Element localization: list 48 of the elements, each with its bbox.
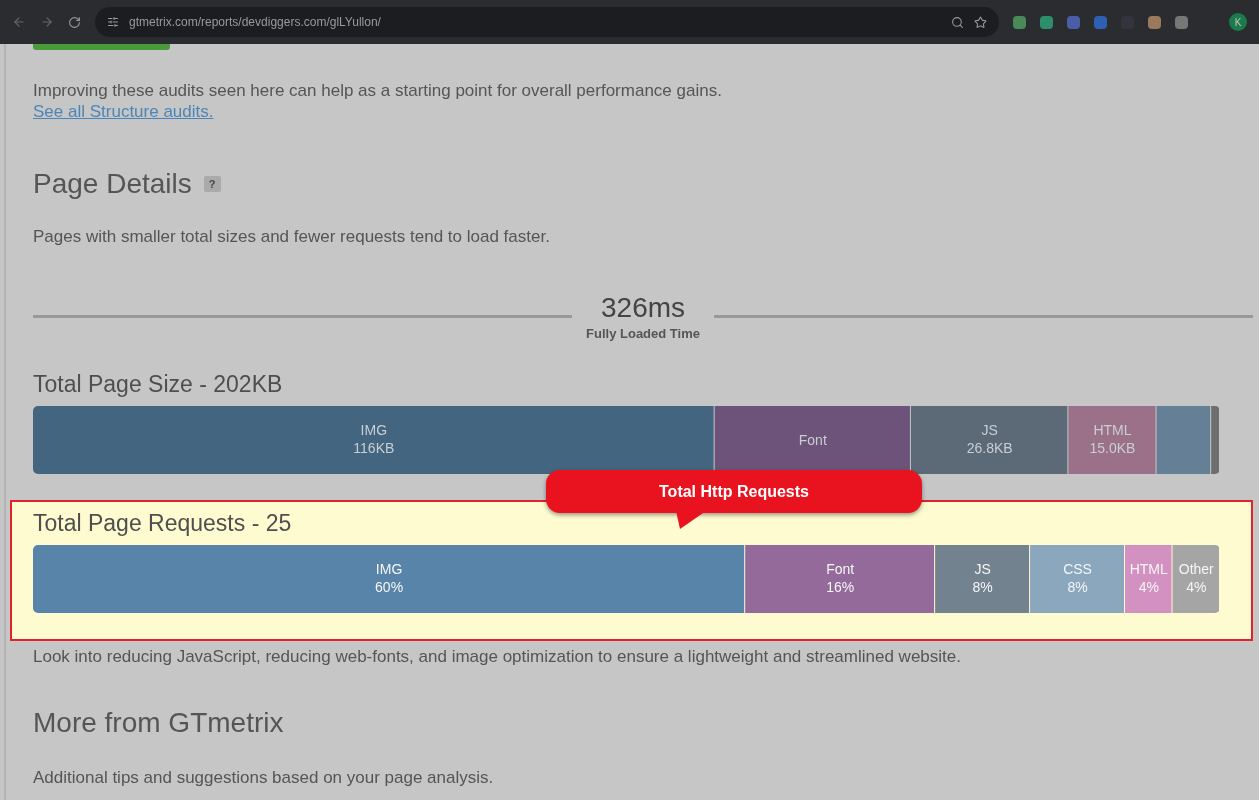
segment-label: Font bbox=[826, 561, 855, 577]
segment-label: CSS bbox=[1063, 561, 1092, 577]
segment-label: Font bbox=[798, 432, 827, 448]
segment-value: 60% bbox=[375, 579, 404, 595]
section-description: Pages with smaller total sizes and fewer requests tend to load faster. bbox=[33, 226, 551, 248]
address-bar[interactable]: gtmetrix.com/reports/devdiggers.com/glLYullon/ bbox=[95, 7, 999, 37]
extension-icon[interactable] bbox=[1013, 15, 1026, 29]
structure-audits-link[interactable]: See all Structure audits. bbox=[33, 102, 214, 122]
extension-icon[interactable] bbox=[1148, 15, 1161, 29]
extension-icon[interactable] bbox=[1094, 15, 1107, 29]
reload-icon[interactable] bbox=[68, 15, 81, 29]
extension-icon[interactable] bbox=[1067, 15, 1080, 29]
bar-segment bbox=[1172, 545, 1219, 613]
segment-value: 26.8KB bbox=[966, 440, 1013, 456]
help-badge[interactable]: ? bbox=[203, 176, 221, 192]
back-icon[interactable] bbox=[12, 15, 26, 29]
section-description: Additional tips and suggestions based on your page analysis. bbox=[33, 767, 495, 789]
segment-label: HTML bbox=[1093, 422, 1132, 438]
segment-label: IMG bbox=[375, 561, 403, 577]
extension-icon[interactable] bbox=[1040, 15, 1053, 29]
profile-avatar[interactable]: K bbox=[1229, 13, 1247, 31]
extension-icon[interactable] bbox=[1175, 15, 1188, 29]
segment-value: 116KB bbox=[353, 440, 395, 456]
load-time-label: Fully Loaded Time bbox=[586, 326, 700, 341]
segment-value: 8% bbox=[972, 579, 993, 595]
site-settings-icon[interactable] bbox=[107, 16, 119, 28]
segment-value: 15.0KB bbox=[1089, 440, 1136, 456]
callout-tail bbox=[676, 511, 706, 531]
segment-label: HTML bbox=[1129, 561, 1168, 577]
segment-label: IMG bbox=[360, 422, 388, 438]
segment-value: 4% bbox=[1186, 579, 1207, 595]
load-time-value: 326ms bbox=[601, 292, 686, 324]
zoom-icon[interactable] bbox=[951, 15, 964, 29]
url-text: gtmetrix.com/reports/devdiggers.com/glLYullon/ bbox=[129, 15, 381, 29]
forward-icon[interactable] bbox=[40, 15, 54, 29]
segment-value: 16% bbox=[826, 579, 855, 595]
segment-label: Other bbox=[1178, 561, 1214, 577]
advice-text: Look into reducing JavaScript, reducing web-fonts, and image optimization to ensure a lightweight and streamlined website. bbox=[33, 647, 962, 667]
section-heading: Page Details bbox=[33, 168, 192, 200]
page-size-title: Total Page Size - 202KB bbox=[33, 371, 283, 398]
segment-label: JS bbox=[981, 422, 998, 438]
segment-value: 4% bbox=[1138, 579, 1159, 595]
intro-text: Improving these audits seen here can help as a starting point for overall performance gains. bbox=[33, 80, 723, 102]
page-requests-title: Total Page Requests - 25 bbox=[33, 510, 292, 537]
section-heading: More from GTmetrix bbox=[33, 707, 285, 739]
segment-value: 8% bbox=[1067, 579, 1088, 595]
star-icon[interactable] bbox=[974, 15, 987, 29]
segment-label: JS bbox=[974, 561, 991, 577]
